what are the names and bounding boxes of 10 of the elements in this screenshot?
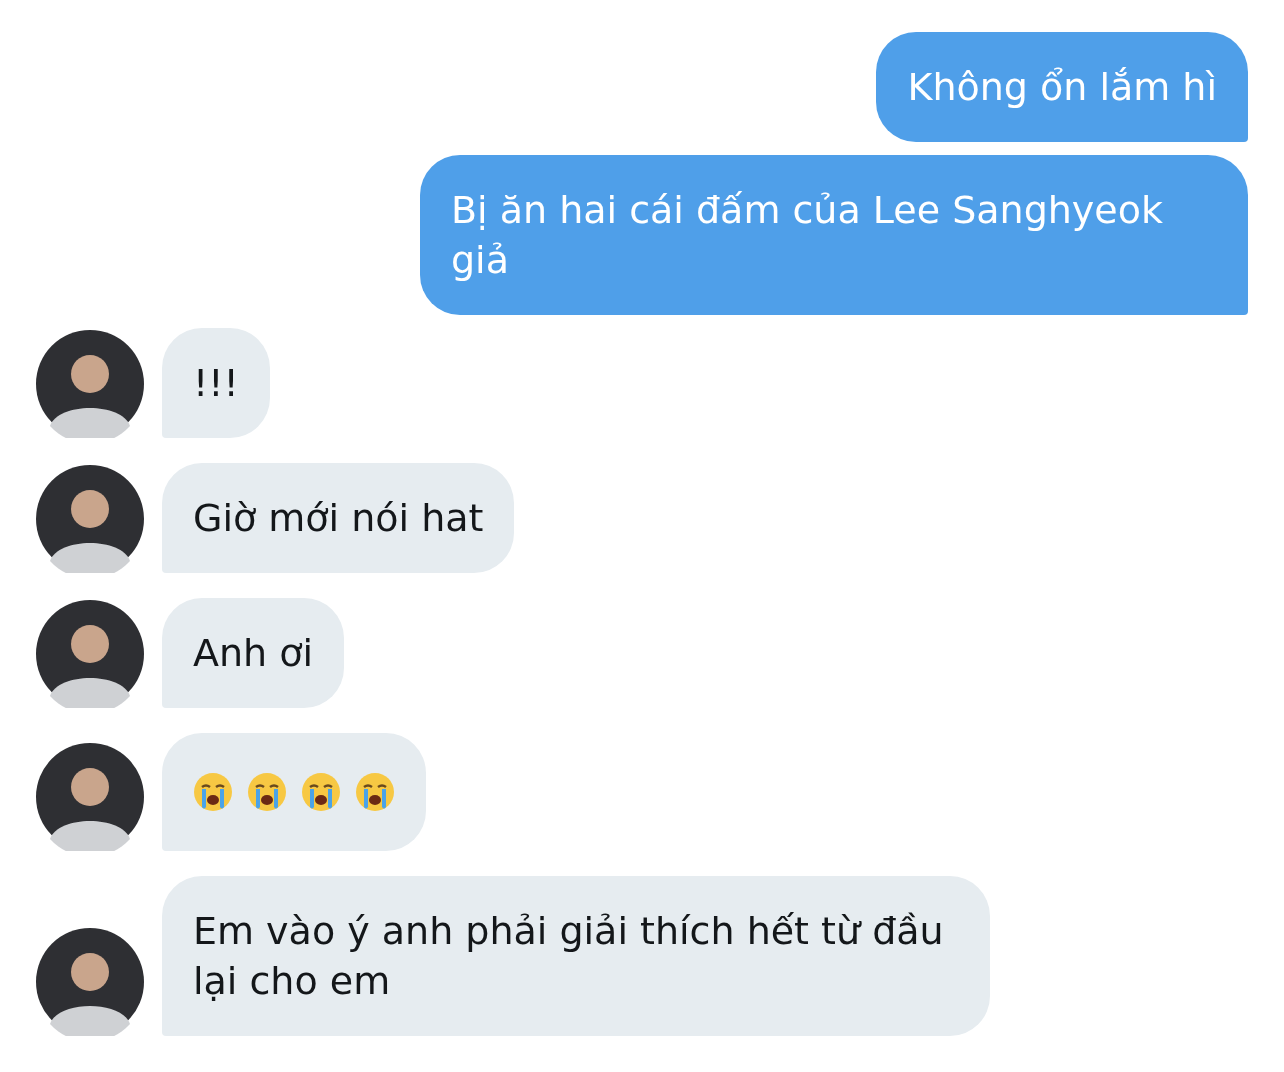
message-bubble: Bị ăn hai cái đấm của Lee Sanghyeok giả <box>420 155 1248 315</box>
message-bubble: Em vào ý anh phải giải thích hết từ đầu lại cho em <box>162 876 990 1036</box>
message-bubble: Không ổn lắm hì <box>876 32 1248 142</box>
message-bubble: Giờ mới nói hat <box>162 463 515 573</box>
crying-face-icon <box>301 772 341 812</box>
message-bubble: Anh ơi <box>162 598 345 708</box>
crying-face-icon <box>355 772 395 812</box>
crying-face-icon <box>193 772 233 812</box>
message-bubble: !!! <box>162 328 270 438</box>
crying-face-icon <box>247 772 287 812</box>
